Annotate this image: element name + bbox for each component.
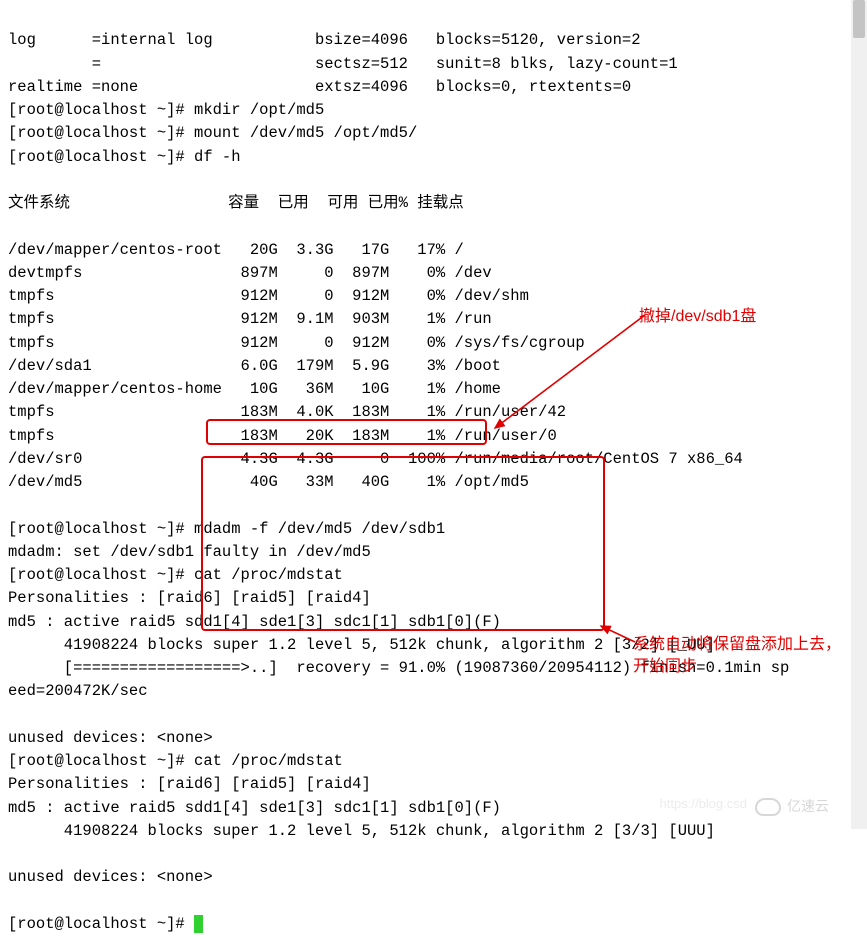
annotation-remove-disk: 撤掉/dev/sdb1盘 [639,306,756,328]
df-header: 文件系统 容量 已用 可用 已用% 挂载点 [8,194,464,212]
cloud-icon [755,798,781,816]
scrollbar-thumb[interactable] [853,0,865,38]
watermark-logo: 亿速云 [755,796,829,817]
annotation-auto-sync: 系统自动将保留盘添加上去，开始同步 [633,634,843,677]
watermark-url: https://blog.csd [660,794,747,814]
xfs-info-block: log =internal log bsize=4096 blocks=5120… [8,31,678,165]
mdadm-output-block: [root@localhost ~]# mdadm -f /dev/md5 /d… [8,520,789,887]
cursor-block [194,915,203,933]
df-table: /dev/mapper/centos-root 20G 3.3G 17G 17%… [8,241,743,492]
watermark-logo-text: 亿速云 [787,796,829,817]
final-prompt: [root@localhost ~]# [8,915,194,933]
vertical-scrollbar[interactable] [851,0,867,829]
